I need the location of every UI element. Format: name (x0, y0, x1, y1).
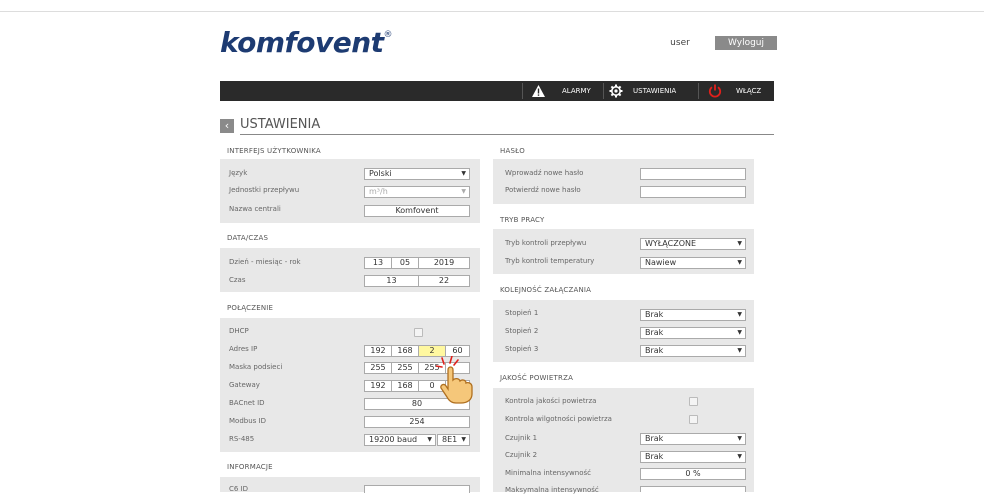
name-input[interactable]: Komfovent (364, 205, 470, 217)
settings-label: USTAWIENIA (633, 87, 677, 95)
stage3-label: Stopień 3 (505, 345, 539, 353)
confirm-password-input[interactable] (640, 186, 746, 198)
temp-mode-label: Tryb kontroli temperatury (505, 257, 595, 265)
language-label: Język (229, 169, 248, 177)
dropdown-arrow-icon: ▼ (737, 259, 742, 266)
section-title-air: JAKOŚĆ POWIETRZA (500, 374, 574, 382)
logout-button[interactable]: Wyloguj (715, 36, 777, 50)
min-intensity-label: Minimalna intensywność (505, 469, 591, 477)
section-title-mode: TRYB PRACY (500, 216, 545, 224)
section-title-connection: POŁĄCZENIE (227, 304, 274, 312)
top-divider (0, 11, 984, 12)
units-label: Jednostki przepływu (229, 186, 300, 194)
dropdown-arrow-icon: ▼ (427, 436, 432, 443)
nav-separator (698, 83, 699, 99)
sensor1-label: Czujnik 1 (505, 434, 538, 442)
alarms-label: ALARMY (562, 87, 591, 95)
ip-octet-2[interactable]: 168 (391, 345, 419, 357)
dropdown-arrow-icon: ▼ (737, 453, 742, 460)
dhcp-checkbox[interactable] (414, 328, 423, 337)
page-title: USTAWIENIA (240, 117, 321, 132)
sensor2-select[interactable]: Brak ▼ (640, 451, 746, 463)
gear-icon (609, 84, 623, 98)
warning-icon (532, 85, 545, 97)
ip-label: Adres IP (229, 345, 258, 353)
dropdown-arrow-icon: ▼ (461, 170, 466, 177)
dropdown-arrow-icon: ▼ (461, 436, 466, 443)
humidity-checkbox[interactable] (689, 415, 698, 424)
name-label: Nazwa centrali (229, 205, 281, 213)
power-label: WŁĄCZ (736, 87, 762, 95)
komfovent-logo: komfovent® (220, 26, 393, 59)
section-title-datetime: DATA/CZAS (227, 234, 269, 242)
stage1-select[interactable]: Brak ▼ (640, 309, 746, 321)
section-title-order: KOLEJNOŚĆ ZAŁĄCZANIA (500, 286, 592, 294)
units-select[interactable]: m³/h ▼ (364, 186, 470, 198)
air-quality-label: Kontrola jakości powietrza (505, 397, 597, 405)
max-intensity-label: Maksymalna intensywność (505, 486, 599, 494)
stage3-select[interactable]: Brak ▼ (640, 345, 746, 357)
tap-hand-icon (436, 356, 473, 404)
user-label: user (651, 36, 709, 50)
min-intensity-input[interactable]: 0 % (640, 468, 746, 480)
mask-octet-2[interactable]: 255 (391, 362, 419, 374)
time-label: Czas (229, 276, 246, 284)
humidity-label: Kontrola wilgotności powietrza (505, 415, 612, 423)
nav-separator (603, 83, 604, 99)
dropdown-arrow-icon: ▼ (737, 240, 742, 247)
new-password-label: Wprowadź nowe hasło (505, 169, 584, 177)
flow-mode-label: Tryb kontroli przepływu (505, 239, 587, 247)
date-label: Dzień - miesiąc - rok (229, 258, 301, 266)
gateway-octet-1[interactable]: 192 (364, 380, 392, 392)
chevron-left-icon: ‹ (224, 119, 230, 132)
ip-octet-1[interactable]: 192 (364, 345, 392, 357)
new-password-input[interactable] (640, 168, 746, 180)
gateway-label: Gateway (229, 381, 260, 389)
section-title-password: HASŁO (500, 147, 525, 155)
nav-separator (522, 83, 523, 99)
section-title-info: INFORMACJE (227, 463, 273, 471)
modbus-input[interactable]: 254 (364, 416, 470, 428)
stage2-select[interactable]: Brak ▼ (640, 327, 746, 339)
dropdown-arrow-icon: ▼ (737, 435, 742, 442)
day-input[interactable]: 13 (364, 257, 392, 269)
minute-input[interactable]: 22 (418, 275, 470, 287)
title-underline (240, 134, 774, 135)
rs485-label: RS-485 (229, 435, 255, 443)
back-button[interactable]: ‹ (220, 119, 234, 133)
power-icon (708, 84, 722, 98)
language-select[interactable]: Polski ▼ (364, 168, 470, 180)
confirm-password-label: Potwierdź nowe hasło (505, 186, 581, 194)
modbus-label: Modbus ID (229, 417, 266, 425)
max-intensity-input[interactable] (640, 486, 746, 492)
rs485-format-select[interactable]: 8E1 ▼ (437, 434, 470, 446)
stage1-label: Stopień 1 (505, 309, 539, 317)
dropdown-arrow-icon: ▼ (737, 311, 742, 318)
sensor2-label: Czujnik 2 (505, 451, 538, 459)
dropdown-arrow-icon: ▼ (737, 329, 742, 336)
temp-mode-select[interactable]: Nawiew ▼ (640, 257, 746, 269)
gateway-octet-2[interactable]: 168 (391, 380, 419, 392)
section-title-ui: INTERFEJS UŻYTKOWNIKA (227, 147, 321, 155)
month-input[interactable]: 05 (391, 257, 419, 269)
dropdown-arrow-icon: ▼ (737, 347, 742, 354)
mask-octet-1[interactable]: 255 (364, 362, 392, 374)
page-header: ‹ USTAWIENIA (220, 117, 774, 135)
rs485-baud-select[interactable]: 19200 baud ▼ (364, 434, 436, 446)
top-navbar: ALARMY USTAWIENIA WŁĄCZ (220, 81, 774, 101)
year-input[interactable]: 2019 (418, 257, 470, 269)
stage2-label: Stopień 2 (505, 327, 539, 335)
nav-power[interactable]: WŁĄCZ (708, 81, 770, 101)
hour-input[interactable]: 13 (364, 275, 419, 287)
sensor1-select[interactable]: Brak ▼ (640, 433, 746, 445)
dropdown-arrow-icon: ▼ (461, 188, 466, 195)
flow-mode-select[interactable]: WYŁĄCZONE ▼ (640, 238, 746, 250)
air-quality-checkbox[interactable] (689, 397, 698, 406)
bacnet-label: BACnet ID (229, 399, 265, 407)
mask-label: Maska podsieci (229, 363, 283, 371)
nav-alarms[interactable]: ALARMY (532, 81, 602, 101)
nav-settings[interactable]: USTAWIENIA (609, 81, 699, 101)
dhcp-label: DHCP (229, 327, 249, 335)
